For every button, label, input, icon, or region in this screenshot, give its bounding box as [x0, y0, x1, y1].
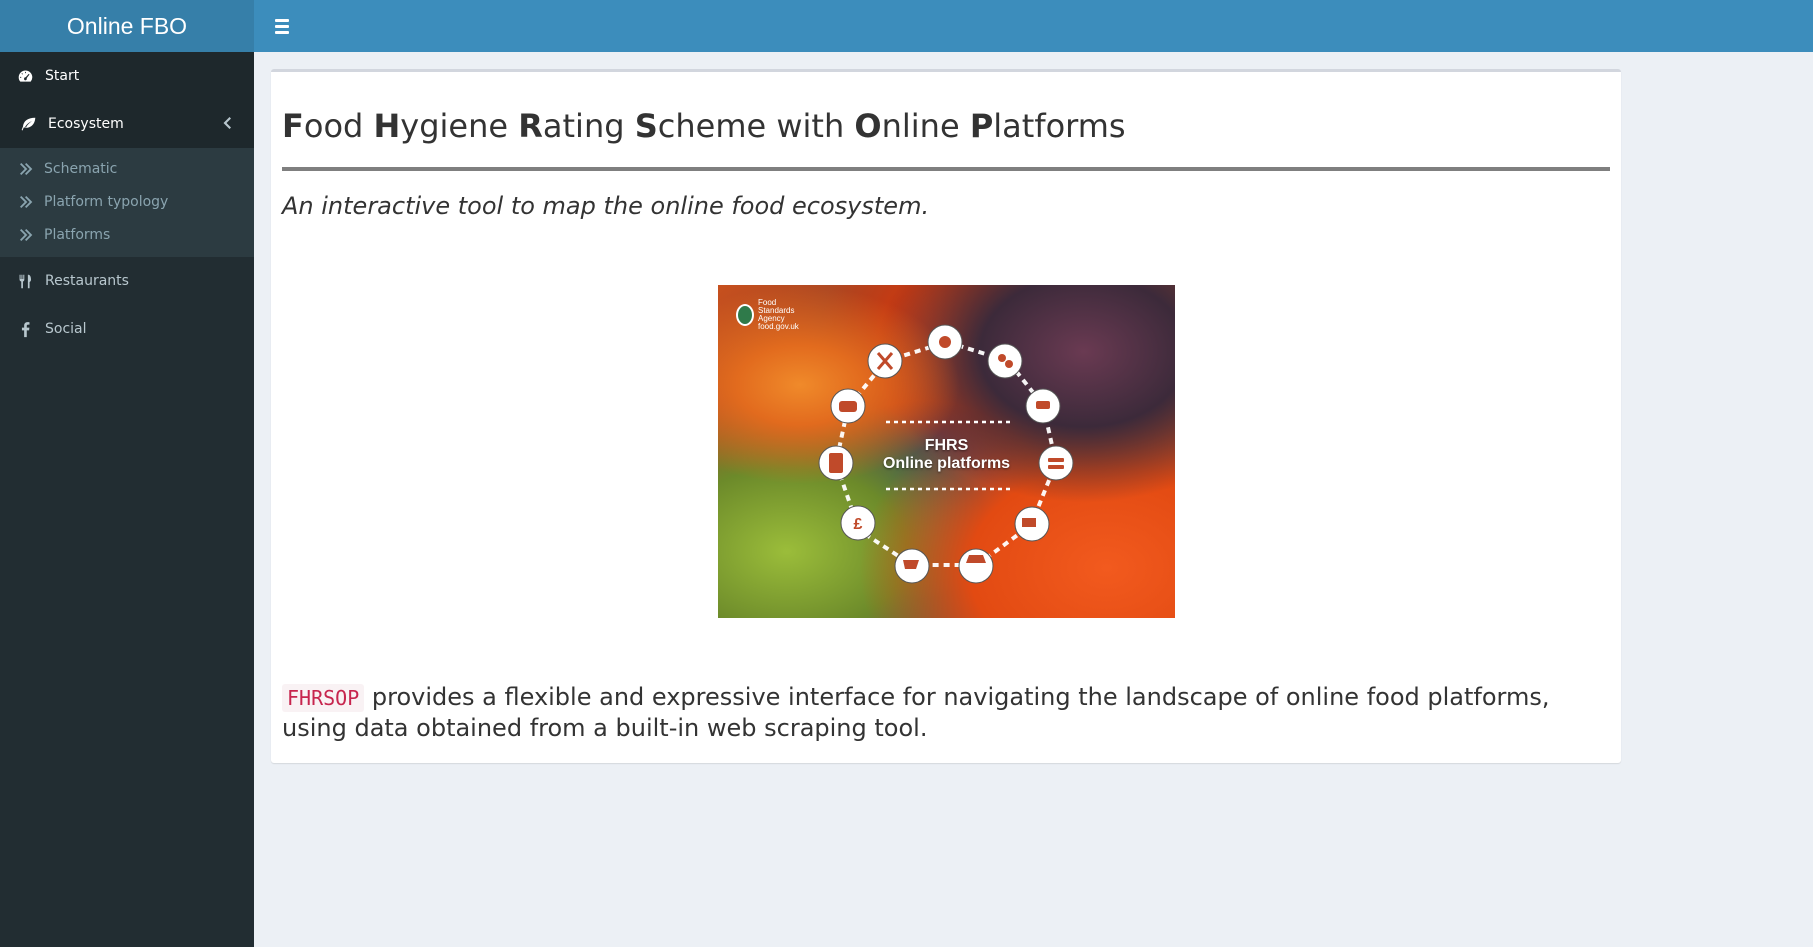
sidebar-item-label: Restaurants [45, 273, 129, 289]
double-chevron-right-icon [19, 162, 35, 175]
leaf-icon [18, 114, 38, 134]
submenu-item-label: Platform typology [44, 193, 169, 210]
hero-caption: FHRS Online platforms [718, 437, 1175, 473]
double-chevron-right-icon [19, 195, 35, 208]
dashboard-icon [15, 66, 35, 86]
title-fragment: ood [303, 107, 374, 145]
sidebar-item-platform-typology[interactable]: Platform typology [0, 185, 254, 218]
sidebar-item-label: Start [45, 68, 80, 84]
sidebar-item-social[interactable]: Social [0, 305, 254, 353]
page-subtitle: An interactive tool to map the online fo… [282, 192, 930, 220]
app-title: Online FBO [66, 12, 188, 39]
title-fragment: latforms [993, 107, 1126, 145]
sidebar-item-label: Ecosystem [48, 116, 124, 132]
ecosystem-submenu: Schematic Platform typology Platforms [0, 148, 254, 257]
double-chevron-right-icon [19, 228, 35, 241]
hero-image: Food Standards Agency food.gov.uk £ FHRS… [718, 285, 1175, 618]
market-stall-icon [958, 548, 994, 584]
title-initial: O [854, 107, 882, 145]
chevron-left-icon[interactable] [222, 116, 232, 130]
cutlery-icon [15, 271, 35, 291]
title-initial: F [282, 107, 304, 145]
sidebar-item-ecosystem[interactable]: Ecosystem [0, 100, 254, 148]
sidebar-item-schematic[interactable]: Schematic [0, 152, 254, 185]
submenu-item-label: Platforms [44, 226, 111, 243]
package-name-code: FHRSOP [282, 684, 365, 712]
submenu-item-label: Schematic [44, 160, 118, 177]
sidebar-toggle-icon[interactable] [269, 13, 295, 39]
sidebar-item-start[interactable]: Start [0, 52, 254, 100]
svg-text:£: £ [854, 516, 863, 533]
title-divider [282, 167, 1610, 171]
sidebar-item-label: Social [45, 321, 87, 337]
title-fragment: ygiene [400, 107, 519, 145]
page-title: Food Hygiene Rating Scheme with Online P… [282, 107, 1126, 145]
title-fragment: ating [542, 107, 635, 145]
title-initial: S [634, 107, 658, 145]
vegetables-icon [987, 343, 1023, 379]
hero-caption-line2: Online platforms [882, 455, 1011, 472]
sidebar: Start Ecosystem Schematic Platform typol… [0, 52, 254, 947]
title-initial: R [518, 107, 543, 145]
main-content-box: Food Hygiene Rating Scheme with Online P… [271, 69, 1621, 763]
title-initial: H [373, 107, 401, 145]
app-logo[interactable]: Online FBO [0, 0, 254, 52]
hero-caption-line1: FHRS [924, 437, 969, 454]
sidebar-item-platforms[interactable]: Platforms [0, 218, 254, 251]
description-paragraph: FHRSOP provides a flexible and expressiv… [282, 682, 1602, 743]
title-initial: P [969, 107, 994, 145]
sidebar-item-restaurants[interactable]: Restaurants [0, 257, 254, 305]
facebook-icon [15, 319, 35, 339]
title-fragment: nline [881, 107, 970, 145]
top-navbar [254, 0, 1813, 52]
description-text: provides a flexible and expressive inter… [282, 683, 1550, 742]
title-fragment: cheme with [657, 107, 855, 145]
